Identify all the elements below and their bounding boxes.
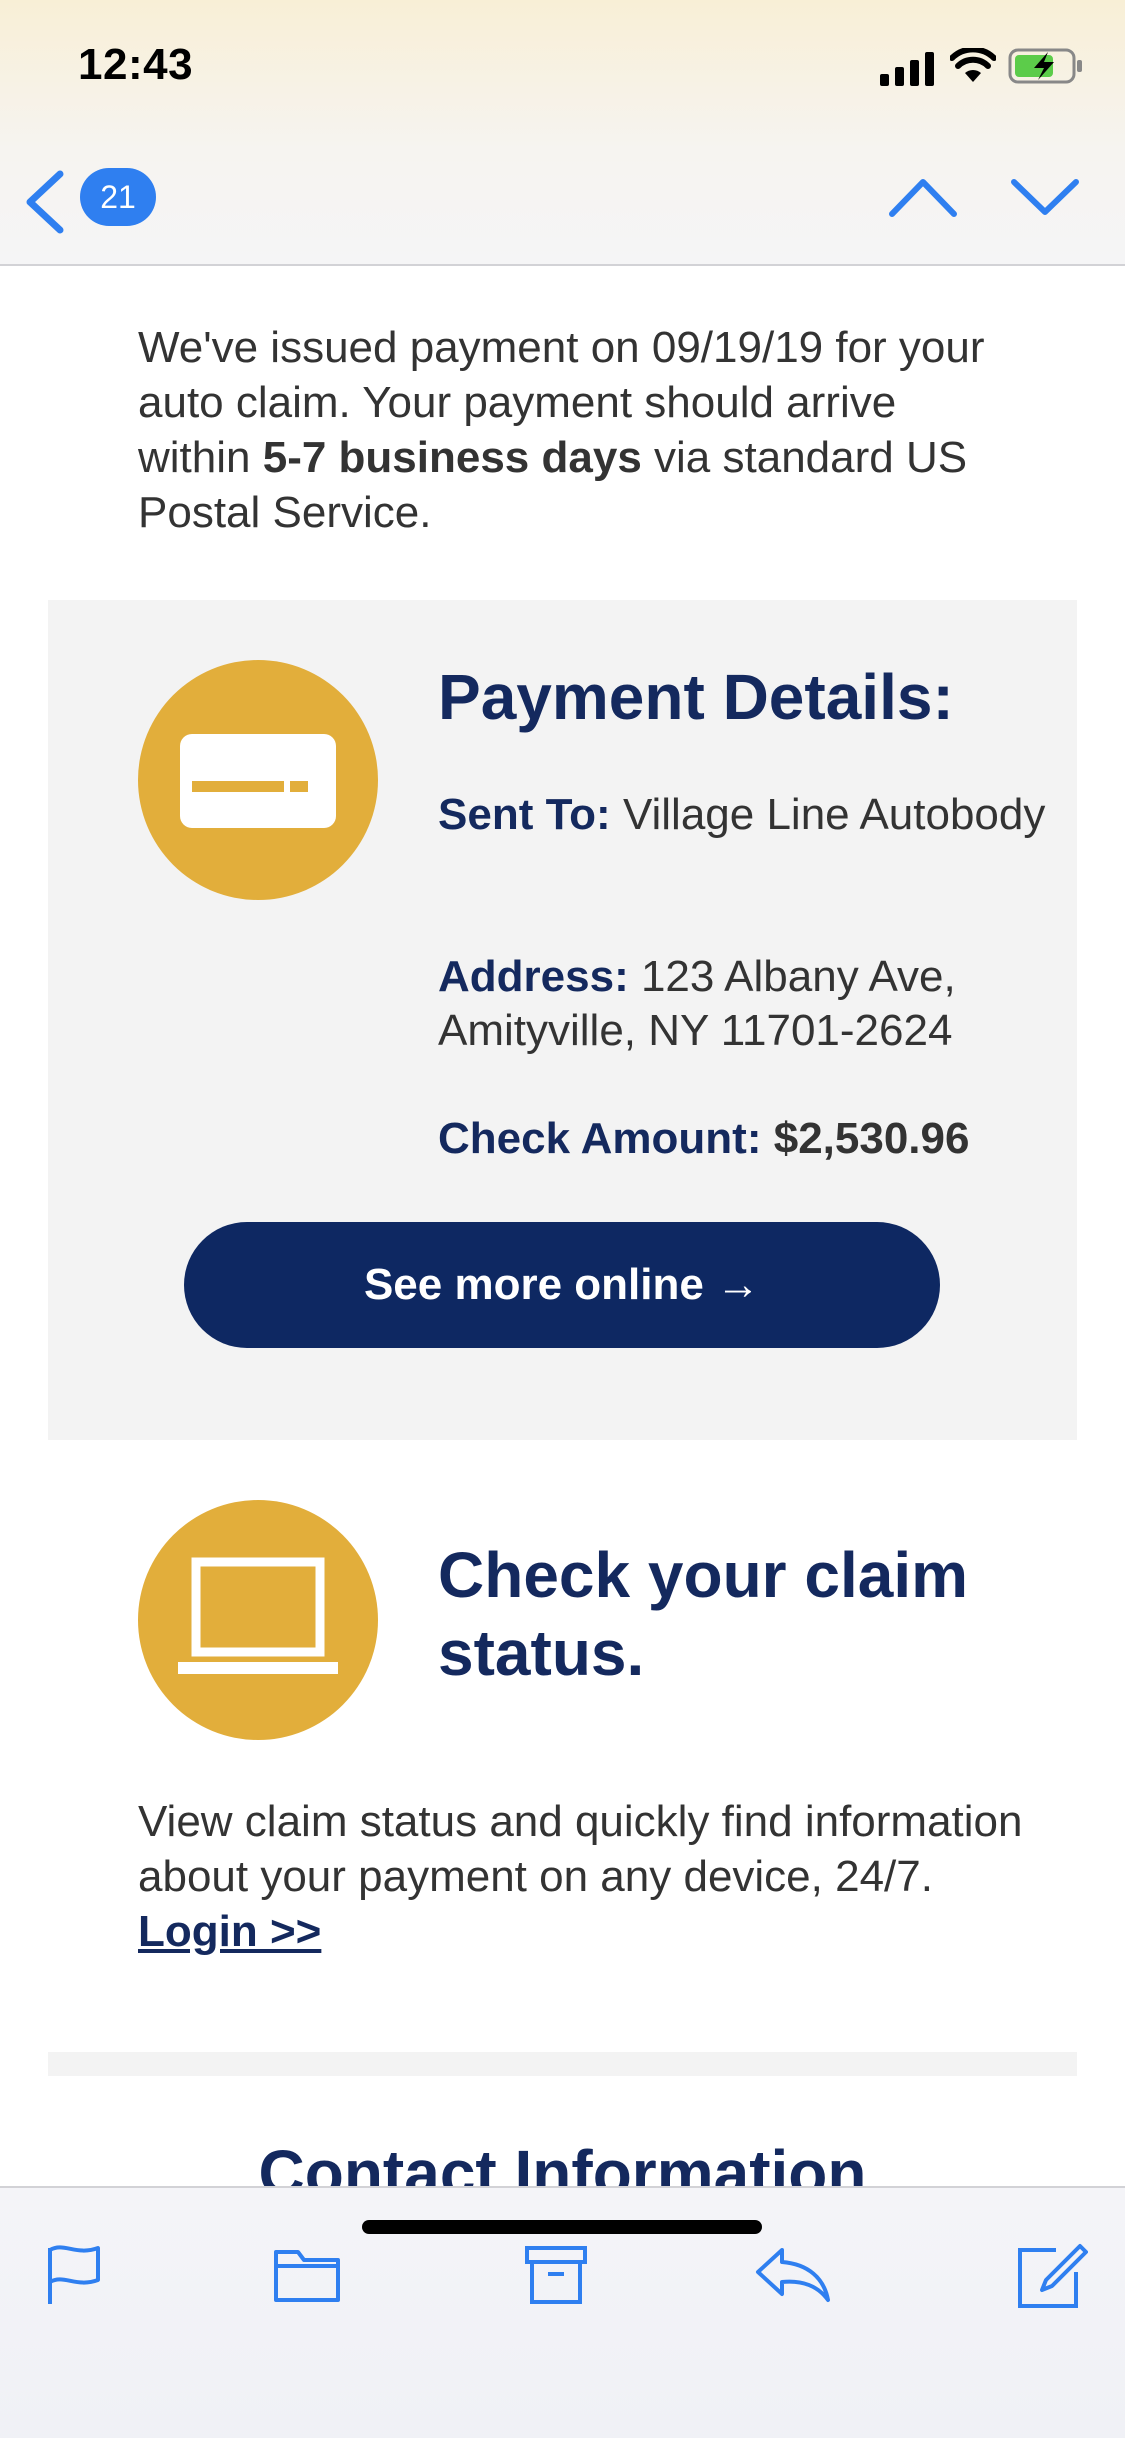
- check-amount-label: Check Amount:: [438, 1114, 762, 1163]
- laptop-icon: [138, 1500, 378, 1740]
- claim-status-text: View claim status and quickly find infor…: [138, 1794, 1038, 1959]
- payment-intro-text: We've issued payment on 09/19/19 for you…: [138, 320, 1018, 540]
- flag-icon[interactable]: [44, 2242, 104, 2308]
- back-chevron-icon[interactable]: [22, 170, 66, 234]
- address-row: Address: 123 Albany Ave, Amityville, NY …: [438, 950, 1058, 1058]
- reply-icon[interactable]: [752, 2242, 832, 2306]
- previous-message-chevron-up-icon[interactable]: [888, 172, 958, 222]
- archive-icon[interactable]: [524, 2242, 588, 2306]
- home-indicator[interactable]: [362, 2220, 762, 2234]
- address-label: Address:: [438, 952, 629, 1001]
- back-count-badge[interactable]: 21: [80, 168, 156, 226]
- cellular-signal-icon: [880, 52, 934, 86]
- sent-to-label: Sent To:: [438, 790, 611, 839]
- check-claim-status-title: Check your claim status.: [438, 1539, 968, 1689]
- claim-status-description: View claim status and quickly find infor…: [138, 1797, 1023, 1901]
- check-amount-value: $2,530.96: [761, 1114, 970, 1163]
- contact-information-title: Contact Information: [258, 2137, 867, 2186]
- payment-details-title: Payment Details:: [438, 661, 954, 733]
- payment-details-panel: Payment Details: Sent To: Village Line A…: [48, 600, 1077, 1440]
- sent-to-row: Sent To: Village Line Autobody: [438, 788, 1058, 842]
- email-body[interactable]: We've issued payment on 09/19/19 for you…: [0, 266, 1125, 2186]
- status-bar: 12:43: [0, 0, 1125, 150]
- battery-charging-icon: [1008, 48, 1082, 84]
- folder-icon[interactable]: [272, 2242, 342, 2306]
- intro-text-bold: 5-7 business days: [262, 433, 642, 482]
- status-time: 12:43: [78, 40, 194, 89]
- section-divider: [48, 2052, 1077, 2076]
- credit-card-icon: [138, 660, 378, 900]
- sent-to-value: Village Line Autobody: [610, 790, 1046, 839]
- compose-icon[interactable]: [1016, 2242, 1088, 2310]
- see-more-online-button[interactable]: See more online →: [184, 1222, 940, 1348]
- check-amount-row: Check Amount: $2,530.96: [438, 1112, 1058, 1166]
- next-message-chevron-down-icon[interactable]: [1010, 172, 1080, 222]
- login-link[interactable]: Login >>: [138, 1907, 321, 1956]
- wifi-icon: [950, 48, 996, 82]
